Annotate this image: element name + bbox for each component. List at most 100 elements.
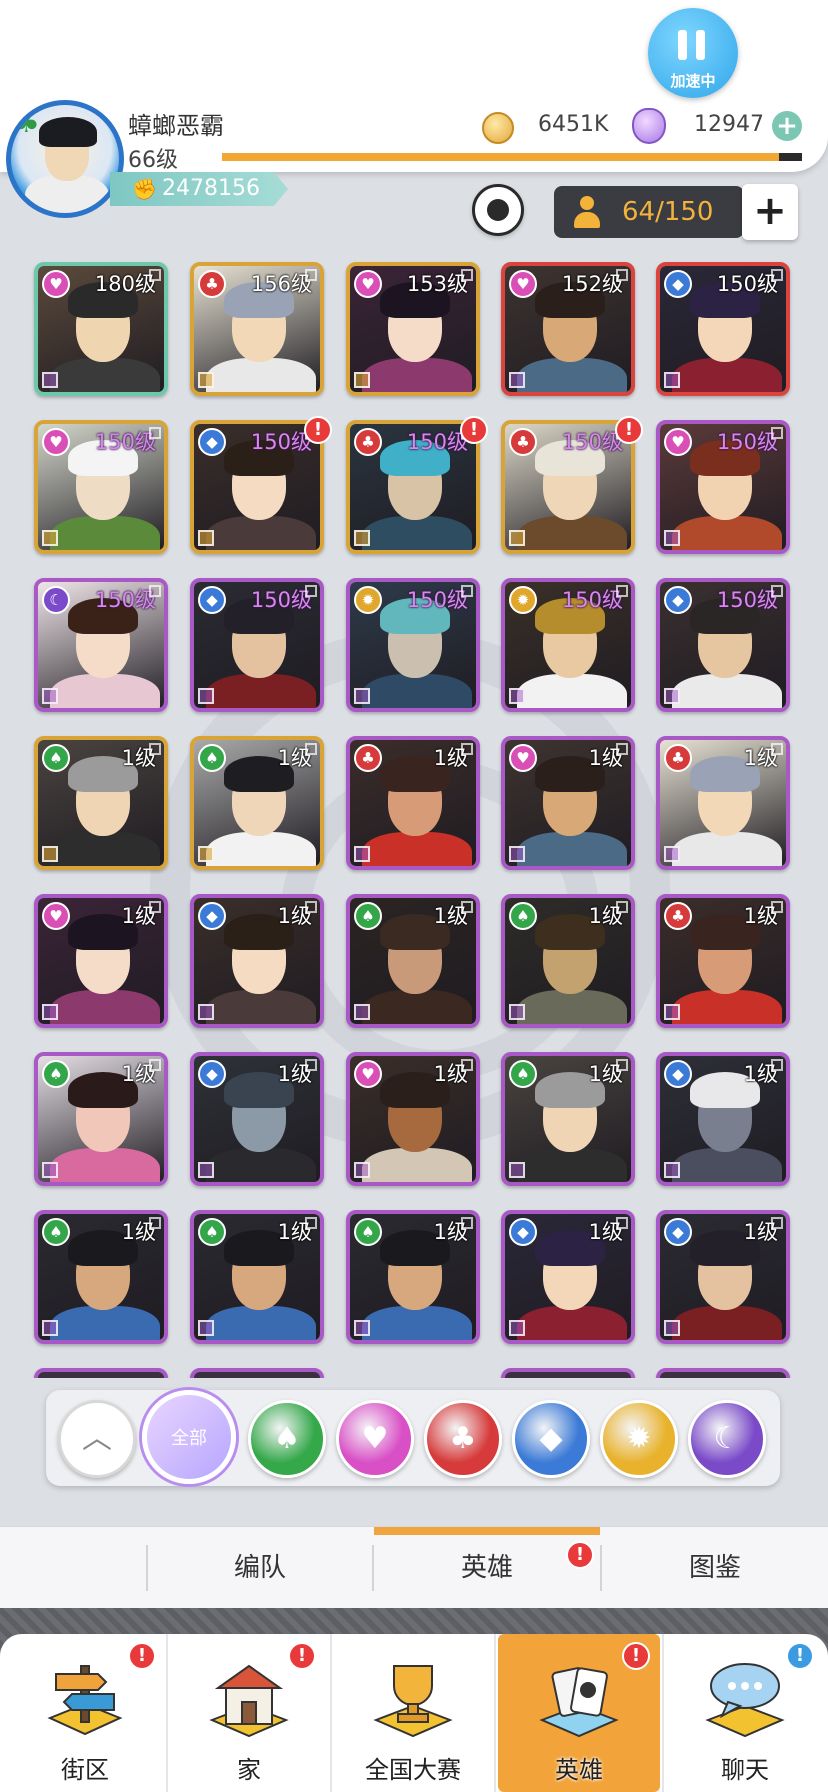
heart-faction-icon: ♥ [509, 744, 537, 772]
team-icon[interactable] [472, 184, 524, 236]
corner-mark [305, 1217, 317, 1229]
gem-value: 12947 [694, 112, 764, 137]
hero-card[interactable]: ♥ 180级 [34, 262, 168, 396]
corner-mark [354, 1004, 370, 1020]
nav-home[interactable]: ! 家 [168, 1634, 330, 1792]
hero-card[interactable]: ◆ 150级 [190, 420, 324, 554]
corner-mark [149, 427, 161, 439]
hero-card[interactable]: ♠ 1级 [190, 1210, 324, 1344]
hero-card[interactable]: ♥ 153级 [346, 262, 480, 396]
collapse-up-button[interactable]: ︿ [58, 1400, 136, 1478]
spade-faction-icon: ♠ [198, 744, 226, 772]
hero-card[interactable]: ♥ 152级 [501, 262, 635, 396]
tab-codex[interactable]: 图鉴 [602, 1527, 828, 1609]
corner-mark [616, 585, 628, 597]
hero-level: 150级 [94, 430, 156, 454]
hero-card[interactable]: ◆ 1级 [656, 1052, 790, 1186]
hero-card[interactable]: ♥ 1级 [501, 736, 635, 870]
nav-chat[interactable]: ! 聊天 [664, 1634, 826, 1792]
moon-faction-icon: ☾ [42, 586, 70, 614]
corner-mark [198, 1162, 214, 1178]
hero-level: 156级 [250, 272, 312, 296]
corner-mark [509, 846, 525, 862]
hero-count-value: 64/150 [622, 197, 714, 227]
hero-card[interactable] [501, 1368, 635, 1378]
hero-card[interactable]: ♣ 1级 [656, 736, 790, 870]
corner-mark [42, 372, 58, 388]
pause-icon [678, 30, 708, 60]
hero-card[interactable]: ♣ 150级 [501, 420, 635, 554]
hero-card[interactable] [34, 1368, 168, 1378]
hero-card[interactable]: ♠ 1级 [501, 1052, 635, 1186]
hero-card[interactable]: ♠ 1级 [34, 736, 168, 870]
diamond-faction-icon: ◆ [198, 1060, 226, 1088]
add-gems-button[interactable]: + [772, 111, 802, 141]
hero-body [672, 516, 782, 550]
hero-card[interactable]: ♠ 1级 [501, 894, 635, 1028]
diamond-faction-icon: ◆ [664, 270, 692, 298]
corner-mark [354, 1320, 370, 1336]
hero-card[interactable]: ♠ 1级 [34, 1210, 168, 1344]
hero-card[interactable]: ◆ 150级 [190, 578, 324, 712]
hero-card[interactable]: ♠ 1级 [346, 894, 480, 1028]
filter-spade-button[interactable]: ♠ [248, 1400, 326, 1478]
hero-card[interactable]: ◆ 150级 [656, 262, 790, 396]
corner-mark [42, 530, 58, 546]
corner-mark [509, 372, 525, 388]
exp-progress-fill [222, 153, 779, 161]
filter-diamond-button[interactable]: ◆ [512, 1400, 590, 1478]
hero-card[interactable]: ☾ 150级 [34, 578, 168, 712]
hero-card[interactable]: ♠ 1级 [346, 1210, 480, 1344]
player-level: 66级 [128, 148, 178, 173]
expand-capacity-button[interactable]: + [742, 184, 798, 240]
hero-level: 150级 [716, 430, 778, 454]
nav-national-contest[interactable]: 全国大赛 [332, 1634, 494, 1792]
player-avatar[interactable]: ♣ [6, 100, 124, 218]
hero-body [50, 990, 160, 1024]
filter-club-button[interactable]: ♣ [424, 1400, 502, 1478]
hero-card[interactable]: ♣ 156级 [190, 262, 324, 396]
palm-tree-icon: ♣ [13, 105, 40, 140]
hero-card[interactable]: ♠ 1级 [190, 736, 324, 870]
nav-heroes[interactable]: ! 英雄 [498, 1634, 660, 1792]
tab-heroes[interactable]: 英雄 ! [374, 1527, 600, 1609]
hero-card[interactable]: ♣ 1级 [346, 736, 480, 870]
hero-card[interactable]: ♥ 1级 [346, 1052, 480, 1186]
filter-moon-button[interactable]: ☾ [688, 1400, 766, 1478]
hero-card[interactable]: ♥ 150级 [34, 420, 168, 554]
corner-mark [149, 743, 161, 755]
filter-all-label: 全部 [171, 1428, 207, 1449]
hero-card[interactable]: ◆ 150级 [656, 578, 790, 712]
hero-card[interactable]: ◆ 1级 [501, 1210, 635, 1344]
hero-card[interactable]: ✹ 150级 [346, 578, 480, 712]
hero-card[interactable] [656, 1368, 790, 1378]
hero-card[interactable]: ♥ 150级 [656, 420, 790, 554]
heart-faction-icon: ♥ [42, 428, 70, 456]
hero-card[interactable]: ♥ 1级 [34, 894, 168, 1028]
hero-card[interactable]: ◆ 1级 [656, 1210, 790, 1344]
hero-card[interactable]: ♣ 150级 [346, 420, 480, 554]
corner-mark [664, 1162, 680, 1178]
hero-body [517, 516, 627, 550]
corner-mark [664, 530, 680, 546]
hero-body [50, 1148, 160, 1182]
hero-card[interactable]: ✹ 150级 [501, 578, 635, 712]
corner-mark [509, 688, 525, 704]
corner-mark [305, 585, 317, 597]
filter-all-button[interactable]: 全部 [142, 1390, 236, 1484]
tab-formation[interactable]: 编队 [148, 1527, 372, 1609]
hero-card[interactable]: ◆ 1级 [190, 894, 324, 1028]
filter-sun-button[interactable]: ✹ [600, 1400, 678, 1478]
nav-district[interactable]: ! 街区 [4, 1634, 166, 1792]
hero-card[interactable]: ◆ 1级 [190, 1052, 324, 1186]
hero-card[interactable] [190, 1368, 324, 1378]
hero-card[interactable]: ♣ 1级 [656, 894, 790, 1028]
house-icon [209, 1664, 289, 1738]
tab-heroes-label: 英雄 [460, 1553, 513, 1583]
club-faction-icon: ♣ [509, 428, 537, 456]
hero-body [206, 1148, 316, 1182]
speed-up-button[interactable]: 加速中 [648, 8, 738, 98]
filter-heart-button[interactable]: ♥ [336, 1400, 414, 1478]
corner-mark [771, 1217, 783, 1229]
hero-card[interactable]: ♠ 1级 [34, 1052, 168, 1186]
